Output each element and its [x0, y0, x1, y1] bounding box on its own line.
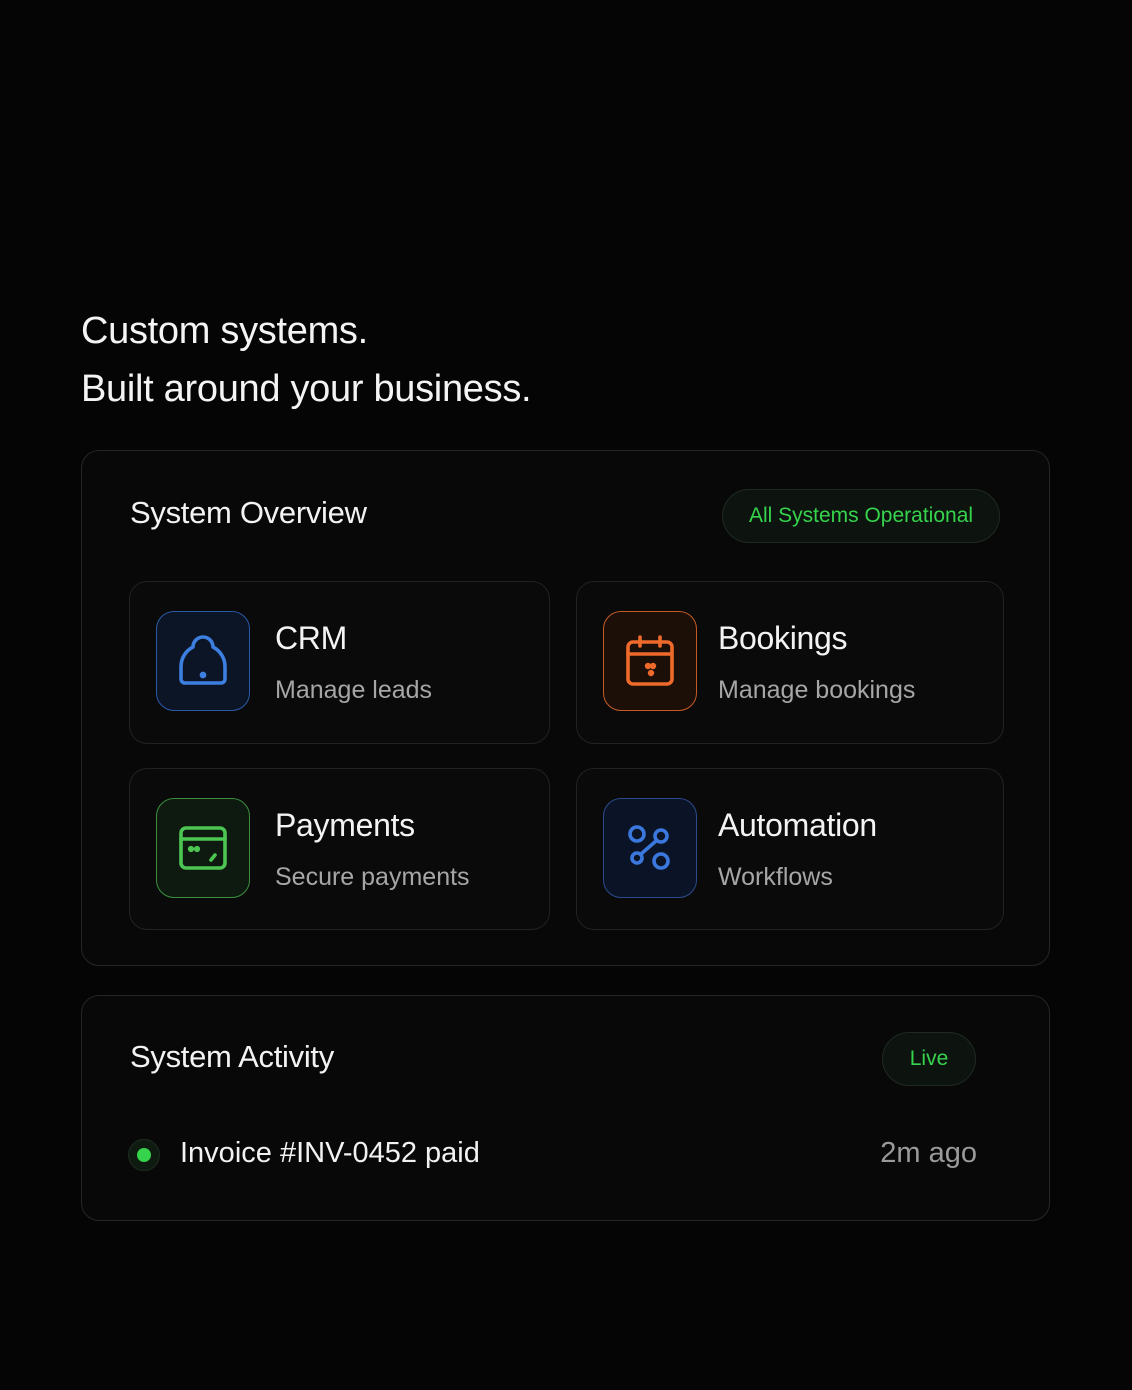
payments-subtitle: Secure payments: [275, 863, 470, 891]
system-overview-panel: System Overview All Systems Operational …: [81, 450, 1050, 966]
activity-time: 2m ago: [880, 1137, 977, 1169]
crm-title: CRM: [275, 620, 347, 656]
hero-line-1: Custom systems.: [81, 310, 368, 352]
activity-item[interactable]: Invoice #INV-0452 paid 2m ago: [128, 1136, 977, 1176]
crm-subtitle: Manage leads: [275, 676, 433, 704]
status-badge: All Systems Operational: [722, 489, 1000, 543]
system-activity-panel: System Activity Live Invoice #INV-0452 p…: [81, 995, 1050, 1221]
status-dot-icon: [128, 1139, 160, 1171]
bookings-title: Bookings: [718, 620, 848, 656]
home-icon: [156, 611, 250, 711]
hero-line-2: Built around your business.: [81, 368, 532, 410]
automation-card[interactable]: Automation Workflows: [576, 768, 1004, 930]
hero-heading: Custom systems. Built around your busine…: [81, 302, 532, 418]
system-overview-title: System Overview: [130, 495, 367, 530]
activity-text: Invoice #INV-0452 paid: [180, 1137, 480, 1169]
bookings-card[interactable]: Bookings Manage bookings: [576, 581, 1004, 744]
payments-card[interactable]: Payments Secure payments: [129, 768, 550, 930]
wallet-icon: [156, 798, 250, 898]
system-activity-title: System Activity: [130, 1039, 334, 1074]
automation-title: Automation: [718, 807, 877, 843]
automation-subtitle: Workflows: [718, 863, 833, 891]
crm-card[interactable]: CRM Manage leads: [129, 581, 550, 744]
payments-title: Payments: [275, 807, 415, 843]
calendar-icon: [603, 611, 697, 711]
workflow-icon: [603, 798, 697, 898]
bookings-subtitle: Manage bookings: [718, 676, 916, 704]
live-badge: Live: [882, 1032, 976, 1086]
